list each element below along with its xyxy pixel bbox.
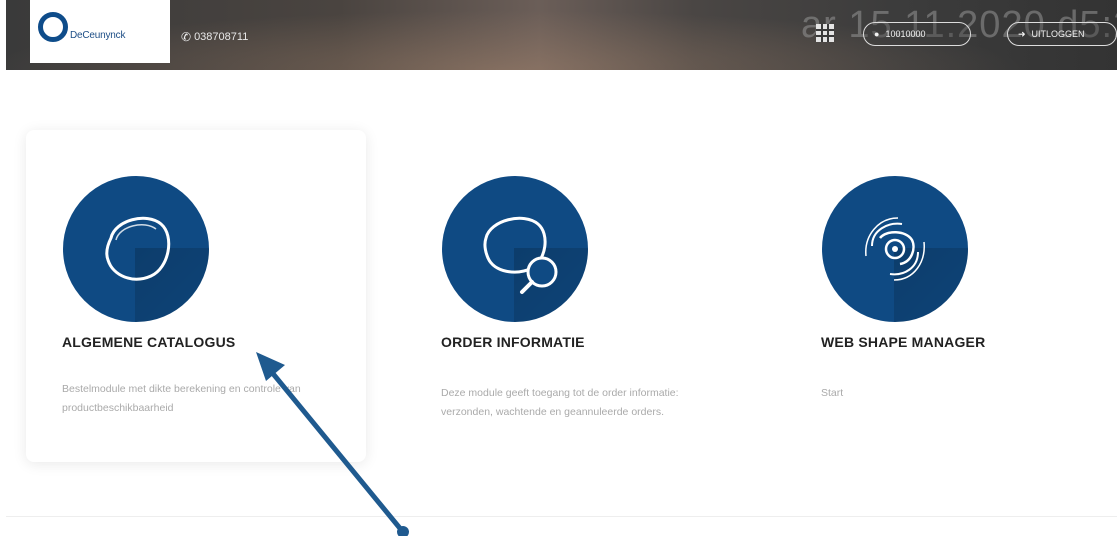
user-icon: ●	[874, 29, 880, 39]
phone-icon: ✆	[181, 30, 192, 44]
module-card-algemene-catalogus[interactable]: ALGEMENE CATALOGUS Bestelmodule met dikt…	[26, 130, 366, 462]
grid-icon[interactable]	[816, 24, 834, 42]
logo[interactable]: DeCeunynck	[30, 0, 170, 63]
logout-icon: ➜	[1018, 28, 1026, 39]
phone-number: ✆ 038708711	[181, 30, 248, 44]
card-description: Bestelmodule met dikte berekening en con…	[62, 383, 301, 414]
logo-ring-icon	[38, 12, 68, 42]
logout-button[interactable]: ➜ UITLOGGEN	[1007, 22, 1117, 46]
lens-scan-icon[interactable]	[822, 176, 968, 322]
logo-text: DeCeunynck	[70, 30, 126, 41]
logout-label: UITLOGGEN	[1031, 29, 1085, 39]
lens-search-icon[interactable]	[442, 176, 588, 322]
user-account-button[interactable]: ● 10010000	[863, 22, 971, 46]
card-title[interactable]: ORDER INFORMATIE	[441, 334, 585, 350]
lens-icon[interactable]	[63, 176, 209, 322]
card-description: Start	[821, 387, 844, 399]
module-card-order-informatie[interactable]: ORDER INFORMATIE Deze module geeft toega…	[405, 130, 745, 462]
user-account-label: 10010000	[885, 29, 926, 39]
header-bar: ar 15.11.2020 d5:22:2 DeCeunynck ✆ 03870…	[6, 0, 1117, 70]
divider	[6, 516, 1117, 517]
card-title[interactable]: WEB SHAPE MANAGER	[821, 334, 985, 350]
module-card-web-shape-manager[interactable]: WEB SHAPE MANAGER Start	[785, 130, 1117, 462]
card-description: Deze module geeft toegang tot de order i…	[441, 387, 679, 418]
card-title[interactable]: ALGEMENE CATALOGUS	[62, 334, 235, 350]
phone-text: 038708711	[194, 31, 249, 43]
page: ar 15.11.2020 d5:22:2 DeCeunynck ✆ 03870…	[0, 0, 1117, 536]
